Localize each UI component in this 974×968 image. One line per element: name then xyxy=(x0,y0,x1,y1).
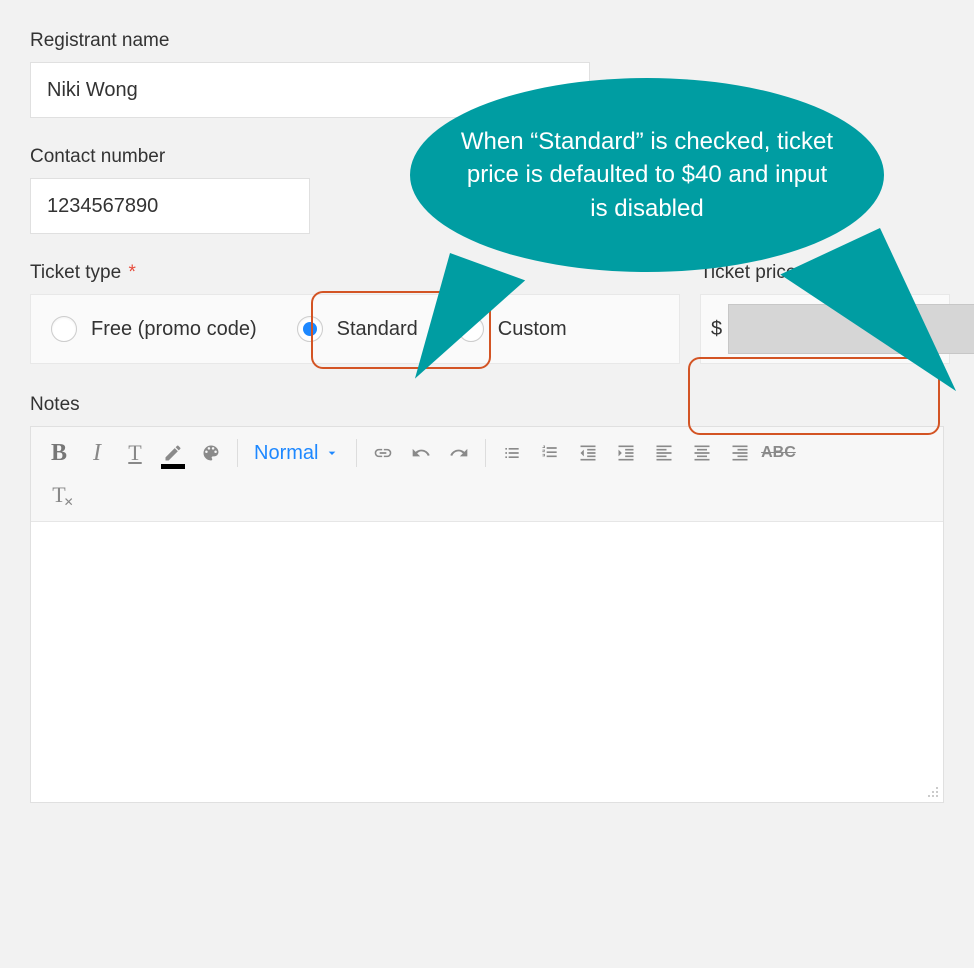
contact-number-label: Contact number xyxy=(30,146,475,168)
strikethrough-button[interactable]: ABC xyxy=(760,435,796,471)
ticket-price-label: Ticket price xyxy=(700,262,950,284)
radio-icon xyxy=(458,316,484,342)
numbered-list-button[interactable] xyxy=(532,435,568,471)
bullet-list-button[interactable] xyxy=(494,435,530,471)
ticket-type-option-custom[interactable]: Custom xyxy=(438,295,587,363)
editor-toolbar: B I T Normal xyxy=(31,427,943,522)
ticket-type-option-free-label: Free (promo code) xyxy=(91,318,257,341)
text-color-button[interactable] xyxy=(155,435,191,471)
align-right-button[interactable] xyxy=(722,435,758,471)
notes-label: Notes xyxy=(30,394,944,416)
ticket-type-radio-group: Free (promo code) Standard Custom xyxy=(30,294,680,364)
ticket-type-option-free[interactable]: Free (promo code) xyxy=(31,295,277,363)
outdent-icon xyxy=(578,443,598,463)
notes-editor: B I T Normal xyxy=(30,426,944,803)
clear-formatting-button[interactable]: T✕ xyxy=(41,477,77,513)
link-icon xyxy=(373,443,393,463)
pencil-icon xyxy=(163,443,183,463)
ticket-price-input xyxy=(728,304,974,354)
toolbar-separator xyxy=(237,439,238,467)
numbered-list-icon xyxy=(540,443,560,463)
outdent-button[interactable] xyxy=(570,435,606,471)
bullet-list-icon xyxy=(502,443,522,463)
align-left-icon xyxy=(654,443,674,463)
italic-button[interactable]: I xyxy=(79,435,115,471)
paragraph-format-label: Normal xyxy=(254,442,318,465)
contact-email-label: Contact email xyxy=(499,146,944,168)
registrant-name-input[interactable] xyxy=(30,62,590,118)
notes-textarea[interactable] xyxy=(31,522,943,802)
radio-icon-checked xyxy=(297,316,323,342)
contact-email-input[interactable] xyxy=(499,178,779,234)
toolbar-separator xyxy=(356,439,357,467)
align-left-button[interactable] xyxy=(646,435,682,471)
link-button[interactable] xyxy=(365,435,401,471)
indent-button[interactable] xyxy=(608,435,644,471)
palette-icon xyxy=(201,443,221,463)
undo-button[interactable] xyxy=(403,435,439,471)
ticket-type-label: Ticket type xyxy=(30,262,121,283)
radio-icon xyxy=(51,316,77,342)
align-center-button[interactable] xyxy=(684,435,720,471)
paragraph-format-dropdown[interactable]: Normal xyxy=(246,442,348,465)
background-color-button[interactable] xyxy=(193,435,229,471)
resize-handle-icon[interactable] xyxy=(925,784,939,798)
ticket-type-option-custom-label: Custom xyxy=(498,318,567,341)
registrant-name-label: Registrant name xyxy=(30,30,944,52)
contact-number-input[interactable] xyxy=(30,178,310,234)
required-asterisk: * xyxy=(128,262,135,283)
currency-symbol: $ xyxy=(711,318,722,341)
ticket-type-option-standard-label: Standard xyxy=(337,318,418,341)
align-center-icon xyxy=(692,443,712,463)
align-right-icon xyxy=(730,443,750,463)
chevron-down-icon xyxy=(324,445,340,461)
redo-icon xyxy=(449,443,469,463)
underline-button[interactable]: T xyxy=(117,435,153,471)
undo-icon xyxy=(411,443,431,463)
toolbar-separator xyxy=(485,439,486,467)
ticket-type-option-standard[interactable]: Standard xyxy=(277,295,438,363)
redo-button[interactable] xyxy=(441,435,477,471)
bold-button[interactable]: B xyxy=(41,435,77,471)
indent-icon xyxy=(616,443,636,463)
